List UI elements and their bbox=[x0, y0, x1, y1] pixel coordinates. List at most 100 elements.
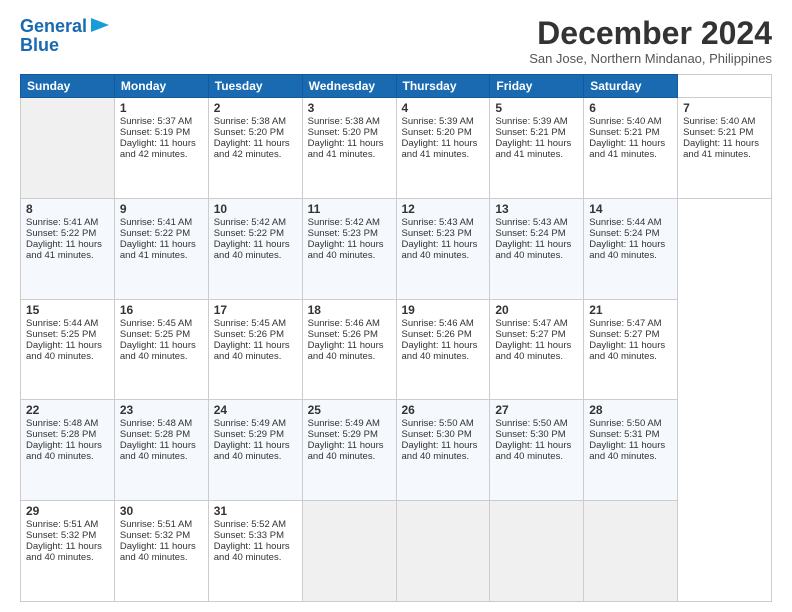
day-number: 2 bbox=[214, 101, 297, 115]
day-number: 8 bbox=[26, 202, 109, 216]
day-number: 19 bbox=[402, 303, 485, 317]
sunrise: Sunrise: 5:50 AM bbox=[495, 418, 567, 429]
calendar-day-cell: 30Sunrise: 5:51 AMSunset: 5:32 PMDayligh… bbox=[114, 501, 208, 602]
day-number: 1 bbox=[120, 101, 203, 115]
sunrise: Sunrise: 5:48 AM bbox=[120, 418, 192, 429]
sunrise: Sunrise: 5:39 AM bbox=[495, 116, 567, 127]
daylight: Daylight: 11 hours and 41 minutes. bbox=[120, 239, 196, 261]
calendar-day-cell: 16Sunrise: 5:45 AMSunset: 5:25 PMDayligh… bbox=[114, 299, 208, 400]
daylight: Daylight: 11 hours and 40 minutes. bbox=[589, 440, 665, 462]
calendar-day-cell: 18Sunrise: 5:46 AMSunset: 5:26 PMDayligh… bbox=[302, 299, 396, 400]
logo-arrow-icon bbox=[91, 18, 109, 32]
daylight: Daylight: 11 hours and 40 minutes. bbox=[120, 440, 196, 462]
calendar-day-cell bbox=[490, 501, 584, 602]
daylight: Daylight: 11 hours and 40 minutes. bbox=[308, 340, 384, 362]
calendar-day-cell: 14Sunrise: 5:44 AMSunset: 5:24 PMDayligh… bbox=[584, 198, 678, 299]
calendar-day-cell: 29Sunrise: 5:51 AMSunset: 5:32 PMDayligh… bbox=[21, 501, 115, 602]
daylight: Daylight: 11 hours and 42 minutes. bbox=[214, 138, 290, 160]
calendar-day-cell: 21Sunrise: 5:47 AMSunset: 5:27 PMDayligh… bbox=[584, 299, 678, 400]
sunset: Sunset: 5:21 PM bbox=[589, 127, 659, 138]
sunset: Sunset: 5:32 PM bbox=[120, 530, 190, 541]
sunset: Sunset: 5:26 PM bbox=[402, 329, 472, 340]
calendar-day-cell: 11Sunrise: 5:42 AMSunset: 5:23 PMDayligh… bbox=[302, 198, 396, 299]
month-title: December 2024 bbox=[529, 16, 772, 51]
sunrise: Sunrise: 5:47 AM bbox=[495, 318, 567, 329]
sunrise: Sunrise: 5:46 AM bbox=[308, 318, 380, 329]
sunset: Sunset: 5:22 PM bbox=[120, 228, 190, 239]
sunset: Sunset: 5:30 PM bbox=[495, 429, 565, 440]
day-number: 9 bbox=[120, 202, 203, 216]
sunset: Sunset: 5:25 PM bbox=[26, 329, 96, 340]
day-number: 30 bbox=[120, 504, 203, 518]
calendar-day-cell: 22Sunrise: 5:48 AMSunset: 5:28 PMDayligh… bbox=[21, 400, 115, 501]
sunrise: Sunrise: 5:40 AM bbox=[589, 116, 661, 127]
calendar-day-header: Tuesday bbox=[208, 75, 302, 98]
sunset: Sunset: 5:23 PM bbox=[308, 228, 378, 239]
sunrise: Sunrise: 5:44 AM bbox=[589, 217, 661, 228]
daylight: Daylight: 11 hours and 40 minutes. bbox=[495, 440, 571, 462]
sunrise: Sunrise: 5:45 AM bbox=[214, 318, 286, 329]
calendar-day-cell: 5Sunrise: 5:39 AMSunset: 5:21 PMDaylight… bbox=[490, 98, 584, 199]
day-number: 24 bbox=[214, 403, 297, 417]
daylight: Daylight: 11 hours and 40 minutes. bbox=[26, 440, 102, 462]
sunrise: Sunrise: 5:44 AM bbox=[26, 318, 98, 329]
day-number: 21 bbox=[589, 303, 672, 317]
calendar-day-header: Wednesday bbox=[302, 75, 396, 98]
sunset: Sunset: 5:25 PM bbox=[120, 329, 190, 340]
sunset: Sunset: 5:27 PM bbox=[495, 329, 565, 340]
day-number: 28 bbox=[589, 403, 672, 417]
calendar-day-cell: 31Sunrise: 5:52 AMSunset: 5:33 PMDayligh… bbox=[208, 501, 302, 602]
sunset: Sunset: 5:26 PM bbox=[214, 329, 284, 340]
day-number: 29 bbox=[26, 504, 109, 518]
logo: General Blue bbox=[20, 16, 109, 56]
sunset: Sunset: 5:29 PM bbox=[214, 429, 284, 440]
page: General Blue December 2024 San Jose, Nor… bbox=[0, 0, 792, 612]
empty-cell bbox=[21, 98, 115, 199]
daylight: Daylight: 11 hours and 40 minutes. bbox=[26, 541, 102, 563]
sunrise: Sunrise: 5:43 AM bbox=[495, 217, 567, 228]
title-block: December 2024 San Jose, Northern Mindana… bbox=[529, 16, 772, 66]
day-number: 31 bbox=[214, 504, 297, 518]
sunset: Sunset: 5:26 PM bbox=[308, 329, 378, 340]
calendar-day-cell: 3Sunrise: 5:38 AMSunset: 5:20 PMDaylight… bbox=[302, 98, 396, 199]
daylight: Daylight: 11 hours and 40 minutes. bbox=[589, 239, 665, 261]
daylight: Daylight: 11 hours and 40 minutes. bbox=[214, 541, 290, 563]
calendar-day-cell: 26Sunrise: 5:50 AMSunset: 5:30 PMDayligh… bbox=[396, 400, 490, 501]
sunrise: Sunrise: 5:46 AM bbox=[402, 318, 474, 329]
daylight: Daylight: 11 hours and 40 minutes. bbox=[402, 239, 478, 261]
sunset: Sunset: 5:22 PM bbox=[26, 228, 96, 239]
day-number: 6 bbox=[589, 101, 672, 115]
day-number: 7 bbox=[683, 101, 766, 115]
day-number: 15 bbox=[26, 303, 109, 317]
sunset: Sunset: 5:30 PM bbox=[402, 429, 472, 440]
sunrise: Sunrise: 5:39 AM bbox=[402, 116, 474, 127]
day-number: 18 bbox=[308, 303, 391, 317]
sunrise: Sunrise: 5:42 AM bbox=[308, 217, 380, 228]
sunrise: Sunrise: 5:42 AM bbox=[214, 217, 286, 228]
day-number: 13 bbox=[495, 202, 578, 216]
daylight: Daylight: 11 hours and 41 minutes. bbox=[589, 138, 665, 160]
day-number: 22 bbox=[26, 403, 109, 417]
calendar-day-cell: 13Sunrise: 5:43 AMSunset: 5:24 PMDayligh… bbox=[490, 198, 584, 299]
calendar-day-cell: 10Sunrise: 5:42 AMSunset: 5:22 PMDayligh… bbox=[208, 198, 302, 299]
calendar-day-cell: 25Sunrise: 5:49 AMSunset: 5:29 PMDayligh… bbox=[302, 400, 396, 501]
calendar-day-cell: 2Sunrise: 5:38 AMSunset: 5:20 PMDaylight… bbox=[208, 98, 302, 199]
day-number: 11 bbox=[308, 202, 391, 216]
calendar-header-row: SundayMondayTuesdayWednesdayThursdayFrid… bbox=[21, 75, 772, 98]
day-number: 23 bbox=[120, 403, 203, 417]
sunset: Sunset: 5:22 PM bbox=[214, 228, 284, 239]
sunrise: Sunrise: 5:49 AM bbox=[214, 418, 286, 429]
sunrise: Sunrise: 5:49 AM bbox=[308, 418, 380, 429]
day-number: 27 bbox=[495, 403, 578, 417]
sunset: Sunset: 5:23 PM bbox=[402, 228, 472, 239]
daylight: Daylight: 11 hours and 40 minutes. bbox=[402, 340, 478, 362]
calendar-day-cell: 20Sunrise: 5:47 AMSunset: 5:27 PMDayligh… bbox=[490, 299, 584, 400]
sunrise: Sunrise: 5:47 AM bbox=[589, 318, 661, 329]
sunrise: Sunrise: 5:41 AM bbox=[26, 217, 98, 228]
sunrise: Sunrise: 5:50 AM bbox=[402, 418, 474, 429]
daylight: Daylight: 11 hours and 40 minutes. bbox=[120, 541, 196, 563]
sunset: Sunset: 5:19 PM bbox=[120, 127, 190, 138]
daylight: Daylight: 11 hours and 41 minutes. bbox=[495, 138, 571, 160]
sunset: Sunset: 5:24 PM bbox=[495, 228, 565, 239]
calendar-day-cell bbox=[584, 501, 678, 602]
